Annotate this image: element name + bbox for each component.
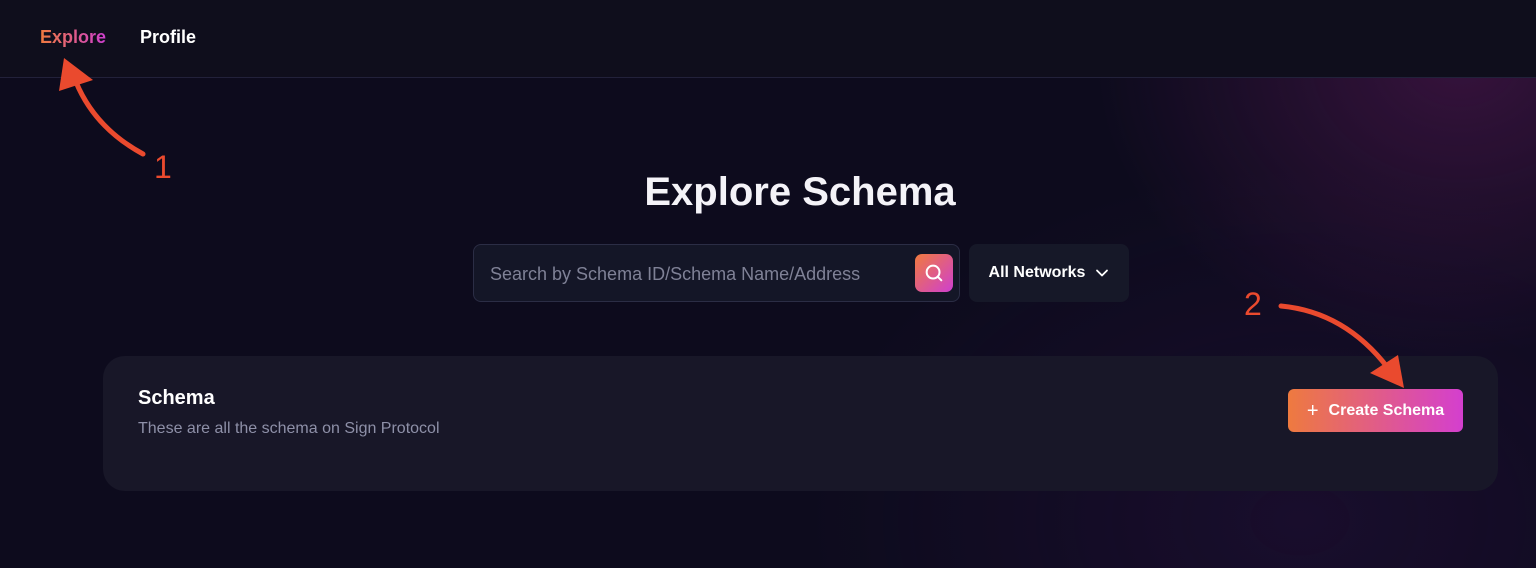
search-icon: [925, 264, 943, 282]
create-schema-button[interactable]: + Create Schema: [1288, 389, 1463, 432]
schema-card-subtitle: These are all the schema on Sign Protoco…: [138, 420, 440, 437]
nav-explore-link[interactable]: Explore: [40, 26, 106, 48]
search-button[interactable]: [915, 254, 953, 292]
schema-card: Schema These are all the schema on Sign …: [103, 356, 1498, 491]
search-input[interactable]: [488, 245, 912, 303]
nav-profile-link[interactable]: Profile: [140, 26, 196, 48]
page-title: Explore Schema: [644, 170, 956, 214]
network-filter-dropdown[interactable]: All Networks: [969, 244, 1129, 302]
network-filter-label: All Networks: [988, 264, 1086, 281]
plus-icon: +: [1306, 399, 1319, 422]
top-nav-bar: Explore Profile: [0, 0, 1536, 78]
search-bar: [473, 244, 960, 303]
create-schema-label: Create Schema: [1328, 401, 1445, 419]
schema-card-title: Schema: [138, 387, 215, 409]
chevron-down-icon: [1096, 269, 1109, 277]
annotation-label-2: 2: [1244, 286, 1262, 322]
annotation-label-1: 1: [154, 149, 172, 185]
annotation-arrow-1: [73, 79, 146, 157]
